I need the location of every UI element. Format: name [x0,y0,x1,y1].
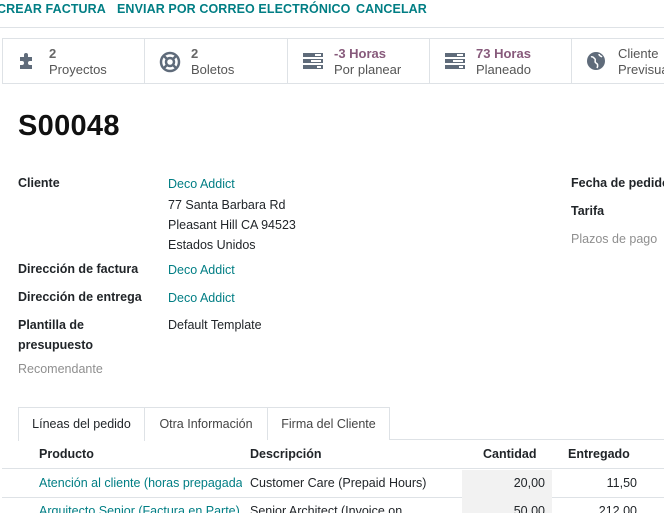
template-field[interactable]: Default Template [168,315,262,335]
payment-terms-label: Plazos de pago [571,232,658,246]
customer-label: Cliente [18,176,60,190]
to-plan-smart-button[interactable]: -3 Horas Por planear [288,39,430,83]
column-header-quantity[interactable]: Cantidad [483,447,536,461]
action-bar: CREAR FACTURA ENVIAR POR CORREO ELECTRÓN… [0,0,664,22]
planned-smart-button[interactable]: 73 Horas Planeado [430,39,572,83]
stat-label: Por planear [334,62,402,77]
order-lines-header: Producto Descripción Cantidad Entregado [2,440,664,469]
table-row[interactable]: Atención al cliente (horas prepagadas) C… [2,470,664,498]
column-header-description[interactable]: Descripción [250,447,322,461]
tab-customer-signature[interactable]: Firma del Cliente [268,407,390,440]
stat-label: Previsualizar [618,62,664,77]
stat-value: 2 [49,46,57,61]
divider [0,27,664,28]
send-email-button[interactable]: ENVIAR POR CORREO ELECTRÓNICO [117,2,350,16]
delivery-address-label: Dirección de entrega [18,290,142,304]
stat-label: Planeado [476,62,531,77]
column-header-delivered[interactable]: Entregado [568,447,630,461]
tasks-icon [302,51,323,71]
cancel-button[interactable]: CANCELAR [356,2,427,16]
stat-value: 73 Horas [476,46,531,61]
puzzle-icon [17,51,37,71]
create-invoice-button[interactable]: CREAR FACTURA [0,2,106,16]
customer-field[interactable]: Deco Addict [168,174,235,194]
invoice-address-label: Dirección de factura [18,262,139,276]
life-ring-icon [159,51,181,73]
quantity-cell[interactable]: 20,00 [462,476,545,490]
delivered-cell[interactable]: 212,00 [558,504,637,513]
description-cell[interactable]: Customer Care (Prepaid Hours) [250,476,460,490]
smart-buttons: 2 Proyectos 2 Boletos -3 Horas Por planear … [2,38,664,84]
stat-label: Proyectos [49,62,107,77]
column-header-product[interactable]: Producto [39,447,94,461]
order-date-label: Fecha de pedido [571,176,664,190]
customer-preview-smart-button[interactable]: ClientePrevisualizar [572,39,664,83]
tab-other-info[interactable]: Otra Información [145,407,268,440]
tickets-smart-button[interactable]: 2 Boletos [145,39,288,83]
globe-icon [586,51,606,71]
delivery-address-field[interactable]: Deco Addict [168,288,235,308]
quantity-cell[interactable]: 50,00 [462,504,545,513]
address-line: 77 Santa Barbara Rd [168,198,286,212]
address-line: Estados Unidos [168,238,256,252]
tab-order-lines[interactable]: Líneas del pedido [18,407,145,441]
product-cell[interactable]: Arquitecto Senior (Factura en Parte) [39,504,242,513]
address-line: Pleasant Hill CA 94523 [168,218,296,232]
table-row[interactable]: Arquitecto Senior (Factura en Parte) Sen… [2,498,664,513]
stat-value: 2 [191,46,199,61]
invoice-address-field[interactable]: Deco Addict [168,260,235,280]
template-label: Plantilla de [18,318,84,332]
template-label: presupuesto [18,338,94,352]
page-title: S00048 [18,110,120,142]
stat-label: Boletos [191,62,235,77]
delivered-cell[interactable]: 11,50 [558,476,637,490]
description-cell[interactable]: Senior Architect (Invoice on [250,504,460,513]
tasks-icon [444,51,465,71]
stat-value: Cliente [618,46,659,61]
stat-value: -3 Horas [334,46,387,61]
referrer-label: Recomendante [18,362,103,376]
product-cell[interactable]: Atención al cliente (horas prepagadas) [39,476,242,490]
pricelist-label: Tarifa [571,204,605,218]
projects-smart-button[interactable]: 2 Proyectos [3,39,145,83]
notebook-tabs: Líneas del pedido Otra Información Firma… [18,407,664,441]
